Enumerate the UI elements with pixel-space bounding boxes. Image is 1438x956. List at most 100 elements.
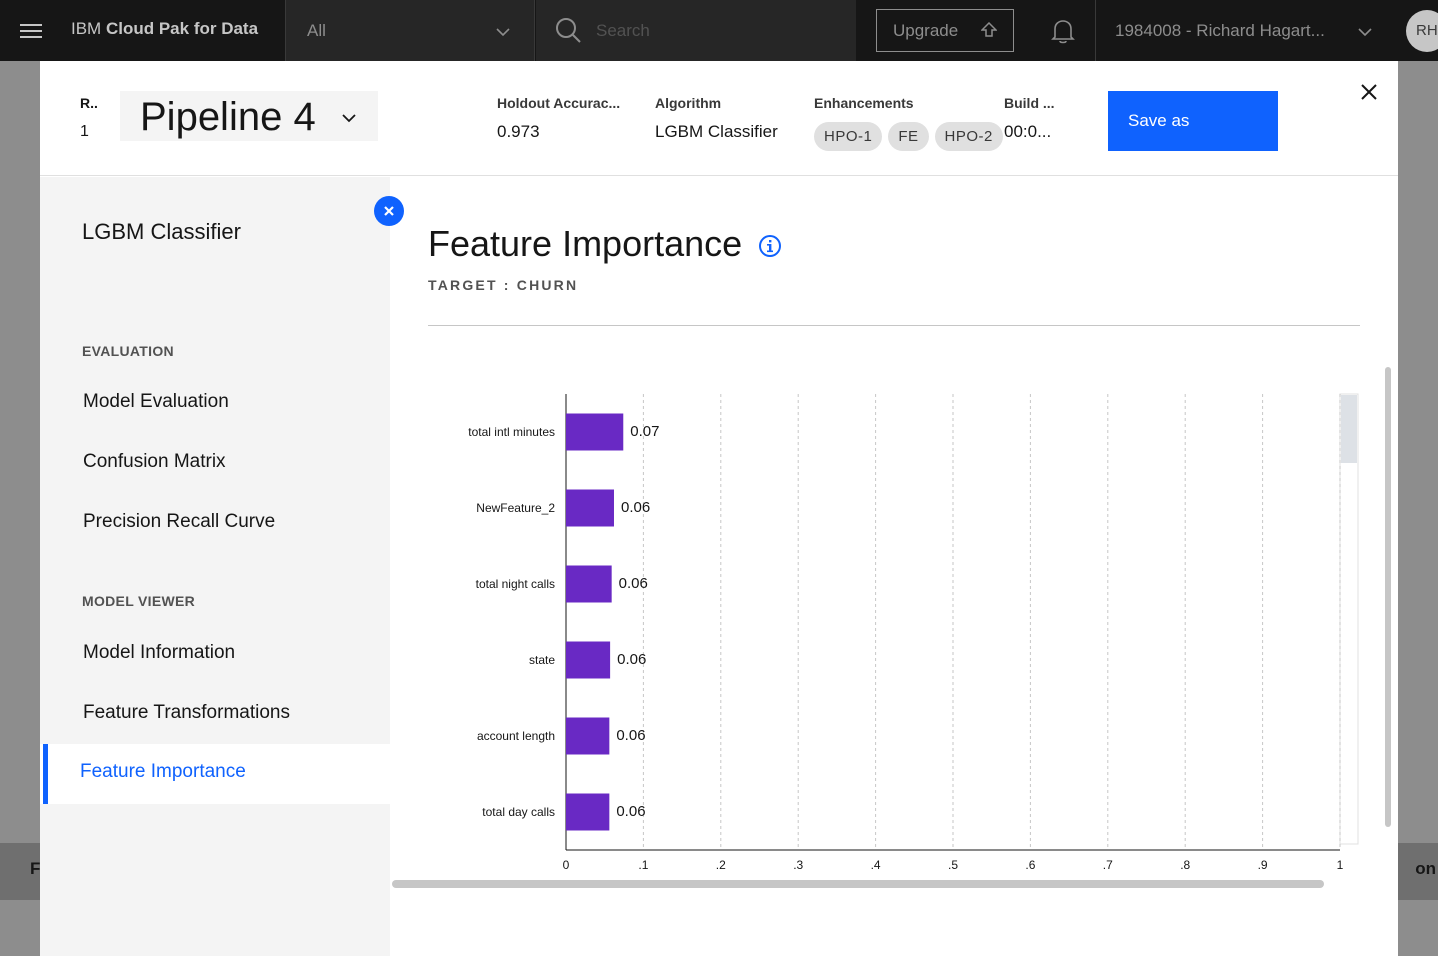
holdout-value: 0.973: [497, 122, 540, 141]
chart-bar: [566, 793, 610, 831]
algorithm-summary: Algorithm LGBM Classifier: [655, 95, 778, 142]
x-tick-label: 1: [1337, 858, 1344, 872]
hamburger-menu-icon[interactable]: [0, 0, 61, 61]
search-input[interactable]: Search: [536, 0, 856, 61]
chevron-down-icon: [496, 24, 510, 42]
rank-label: R..: [80, 95, 98, 111]
bar-data-label: 0.06: [621, 499, 650, 516]
algorithm-label: Algorithm: [655, 95, 722, 111]
enhancement-tag: FE: [888, 122, 929, 151]
y-category-label: state: [529, 653, 555, 667]
x-tick-label: .5: [948, 858, 958, 872]
sidebar-item-label: Precision Recall Curve: [83, 511, 276, 532]
chart-bar: [566, 717, 610, 755]
notification-bell-icon[interactable]: [1048, 16, 1078, 51]
chevron-down-icon: [1358, 24, 1372, 42]
feature-importance-chart: 0 .1 .2 .3 .4 .5 .6 .7 .8 .9 1 total intl minutes 0.…: [390, 352, 1398, 892]
sidebar-item-label: Model Evaluation: [83, 391, 229, 412]
chart-bar: [566, 489, 614, 527]
sidebar-item-label: Feature Importance: [80, 761, 246, 782]
x-tick-label: .3: [793, 858, 803, 872]
algorithm-value: LGBM Classifier: [655, 122, 778, 141]
sidebar-item-confusion-matrix[interactable]: Confusion Matrix: [40, 434, 390, 494]
sidebar-item-precision-recall-curve[interactable]: Precision Recall Curve: [40, 494, 390, 554]
chart-bar: [566, 641, 611, 679]
x-tick-label: .9: [1258, 858, 1268, 872]
account-switcher[interactable]: 1984008 - Richard Hagart...: [1095, 0, 1390, 61]
x-tick-label: .7: [1103, 858, 1113, 872]
holdout-accuracy-summary: Holdout Accurac... 0.973: [497, 95, 620, 142]
sidebar-nav: LGBM Classifier EVALUATION Model Evaluat…: [40, 177, 390, 956]
bar-data-label: 0.07: [630, 423, 659, 440]
close-icon[interactable]: [1358, 81, 1380, 103]
chart-bar: [566, 413, 624, 451]
top-nav-bar: IBM Cloud Pak for Data All Search Upgrad…: [0, 0, 1438, 61]
scope-label: All: [307, 21, 326, 40]
sidebar-item-feature-transformations[interactable]: Feature Transformations: [40, 685, 390, 745]
bar-data-label: 0.06: [616, 803, 645, 820]
y-category-label: NewFeature_2: [476, 501, 555, 515]
search-icon: [554, 16, 582, 49]
account-label: 1984008 - Richard Hagart...: [1115, 21, 1325, 40]
enhancement-tag: HPO-2: [934, 122, 1003, 151]
brand-prefix: IBM: [71, 19, 102, 38]
bar-data-label: 0.06: [616, 727, 645, 744]
build-label: Build ...: [1004, 95, 1055, 111]
pipeline-selector[interactable]: Pipeline 4: [120, 91, 378, 141]
bar-chart-svg: 0 .1 .2 .3 .4 .5 .6 .7 .8 .9 1 total intl minutes 0.…: [468, 393, 1359, 872]
sidebar-item-feature-importance[interactable]: Feature Importance: [40, 744, 390, 804]
background-right-fragment: on: [1415, 859, 1436, 878]
x-tick-label: .4: [871, 858, 881, 872]
scope-dropdown[interactable]: All: [285, 0, 535, 61]
chart-bar: [566, 565, 612, 603]
evaluation-heading: EVALUATION: [82, 343, 174, 359]
horizontal-scrollbar[interactable]: [392, 880, 1324, 888]
divider: [428, 325, 1360, 326]
pipeline-name: Pipeline 4: [140, 95, 316, 139]
x-tick-label: .6: [1025, 858, 1035, 872]
sidebar-item-model-information[interactable]: Model Information: [40, 625, 390, 685]
brand-name: Cloud Pak for Data: [105, 19, 259, 38]
sidebar-item-label: Feature Transformations: [83, 702, 290, 723]
x-tick-label: .2: [716, 858, 726, 872]
sidebar-item-model-evaluation[interactable]: Model Evaluation: [40, 374, 390, 434]
enhancement-tags: HPO-1 FE HPO-2: [814, 122, 1003, 151]
user-avatar[interactable]: RH: [1406, 10, 1438, 52]
enhancements-summary: Enhancements: [814, 95, 914, 111]
product-brand[interactable]: IBM Cloud Pak for Data: [71, 19, 258, 39]
bar-data-label: 0.06: [617, 651, 646, 668]
holdout-label: Holdout Accurac...: [497, 95, 621, 111]
chevron-down-icon: [342, 110, 356, 128]
background-left-fragment: F: [30, 859, 41, 878]
save-as-button[interactable]: Save as: [1108, 91, 1278, 151]
feature-importance-panel: Feature Importance TARGET : CHURN 0 .1 .2.…: [390, 177, 1398, 956]
save-as-label: Save as: [1128, 111, 1190, 130]
target-label: TARGET : CHURN: [428, 277, 579, 293]
build-time-summary: Build ... 00:0...: [1004, 95, 1055, 142]
rank-summary: R.. 1: [80, 95, 98, 141]
x-tick-label: .1: [638, 858, 648, 872]
info-icon[interactable]: [758, 234, 782, 263]
modal-header: R.. 1 Pipeline 4 Holdout Accurac... 0.97…: [40, 61, 1398, 176]
y-category-label: total intl minutes: [468, 425, 555, 439]
chart-scroll-thumb: [1341, 395, 1357, 463]
vertical-scrollbar[interactable]: [1385, 367, 1391, 827]
rank-value: 1: [80, 123, 89, 140]
pipeline-details-modal: R.. 1 Pipeline 4 Holdout Accurac... 0.97…: [40, 61, 1398, 956]
sidebar-item-label: Confusion Matrix: [83, 451, 226, 472]
upgrade-button[interactable]: Upgrade: [876, 9, 1014, 52]
y-category-label: total night calls: [476, 577, 555, 591]
sidebar-title: LGBM Classifier: [82, 219, 241, 244]
y-category-label: account length: [477, 729, 555, 743]
upgrade-arrow-icon: [980, 21, 998, 45]
page-title: Feature Importance: [428, 223, 743, 264]
sidebar-item-label: Model Information: [83, 642, 236, 663]
enhancements-label: Enhancements: [814, 95, 914, 111]
search-placeholder: Search: [596, 21, 650, 40]
x-tick-label: .8: [1180, 858, 1190, 872]
model-viewer-heading: MODEL VIEWER: [82, 593, 196, 609]
x-tick-label: 0: [563, 858, 570, 872]
enhancement-tag: HPO-1: [814, 122, 883, 151]
upgrade-label: Upgrade: [893, 21, 959, 40]
y-category-label: total day calls: [482, 805, 555, 819]
